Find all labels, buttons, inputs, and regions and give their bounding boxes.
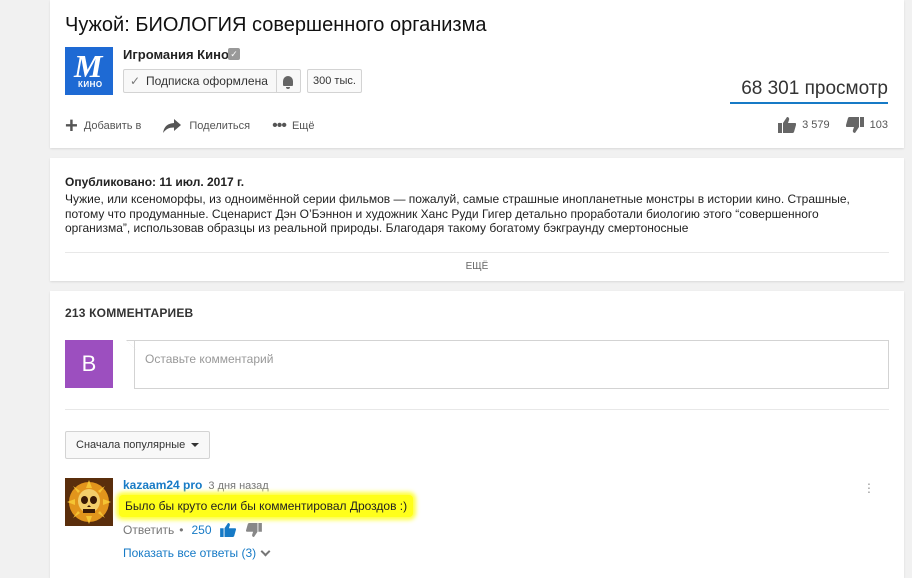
description-text: Чужие, или ксеноморфы, из одноимённой се… (65, 192, 850, 235)
add-to-button[interactable]: + Добавить в (65, 113, 142, 138)
chevron-down-icon (260, 546, 271, 556)
comment-author-avatar[interactable] (65, 478, 113, 526)
add-to-label: Добавить в (83, 120, 142, 132)
skull-logo-icon (65, 478, 113, 526)
channel-name-link[interactable]: Игромания Кино (123, 47, 229, 62)
subscribe-button[interactable]: ✓ Подписка оформлена (123, 69, 301, 93)
notification-bell-button[interactable] (275, 70, 300, 92)
show-more-button[interactable]: ЕЩЁ (50, 261, 904, 272)
comment-dislike-button[interactable] (245, 523, 262, 537)
divider (65, 252, 889, 253)
view-count: 68 301 просмотр (741, 78, 888, 99)
channel-logo-caption: КИНО (78, 80, 103, 89)
show-replies-label: Показать все ответы (3) (123, 546, 257, 560)
share-label: Поделиться (189, 120, 251, 132)
bell-icon (283, 76, 294, 89)
like-button[interactable] (778, 117, 797, 133)
video-actions: + Добавить в Поделиться ••• Ещё (65, 113, 336, 138)
video-title: Чужой: БИОЛОГИЯ совершенного организма (65, 14, 487, 36)
share-icon (163, 119, 182, 133)
comments-card: 213 КОММЕНТАРИЕВ B Оставьте комментарий … (50, 291, 904, 578)
more-actions-label: Ещё (291, 120, 315, 132)
more-actions-button[interactable]: ••• Ещё (272, 117, 314, 135)
sort-dropdown[interactable]: Сначала популярные (65, 431, 211, 459)
share-button[interactable]: Поделиться (163, 119, 250, 133)
checkmark-icon: ✓ (129, 74, 141, 88)
more-dots-icon: ••• (272, 117, 287, 134)
show-replies-button[interactable]: Показать все ответы (3) (123, 546, 271, 560)
like-count: 3 579 (802, 119, 830, 131)
separator-dot: • (179, 523, 184, 537)
user-avatar: B (65, 340, 113, 388)
reply-button[interactable]: Ответить (123, 523, 174, 537)
plus-icon: + (65, 113, 78, 138)
video-header-card: Чужой: БИОЛОГИЯ совершенного организма M… (50, 0, 904, 148)
comments-count: 213 КОММЕНТАРИЕВ (65, 306, 194, 320)
comment-header: kazaam24 pro 3 дня назад (123, 478, 269, 492)
rating-controls: 3 579 103 (778, 117, 888, 133)
subscribe-label: Подписка оформлена (146, 74, 268, 88)
comment-author-link[interactable]: kazaam24 pro (123, 478, 202, 492)
comment-like-count: 250 (191, 523, 212, 537)
comment-text: Было бы круто если бы комментировал Дроз… (119, 495, 414, 517)
dislike-button[interactable] (845, 117, 864, 133)
channel-logo[interactable]: M КИНО (65, 47, 113, 95)
comment-input[interactable]: Оставьте комментарий (134, 340, 889, 389)
dislike-count: 103 (869, 119, 888, 131)
verified-icon: ✓ (228, 48, 240, 60)
subscriber-count: 300 тыс. (307, 69, 362, 93)
comment-menu-icon[interactable]: · · · (866, 476, 872, 498)
like-ratio-bar (730, 102, 888, 104)
published-date: Опубликовано: 11 июл. 2017 г. (65, 175, 245, 189)
description-card: Опубликовано: 11 июл. 2017 г. Чужие, или… (50, 158, 904, 281)
comment-like-button[interactable] (219, 523, 236, 537)
sort-label: Сначала популярные (76, 439, 186, 451)
comment-actions: Ответить • 250 (123, 523, 272, 537)
caret-down-icon (191, 443, 200, 447)
comment-time[interactable]: 3 дня назад (208, 480, 268, 492)
divider (65, 409, 889, 410)
